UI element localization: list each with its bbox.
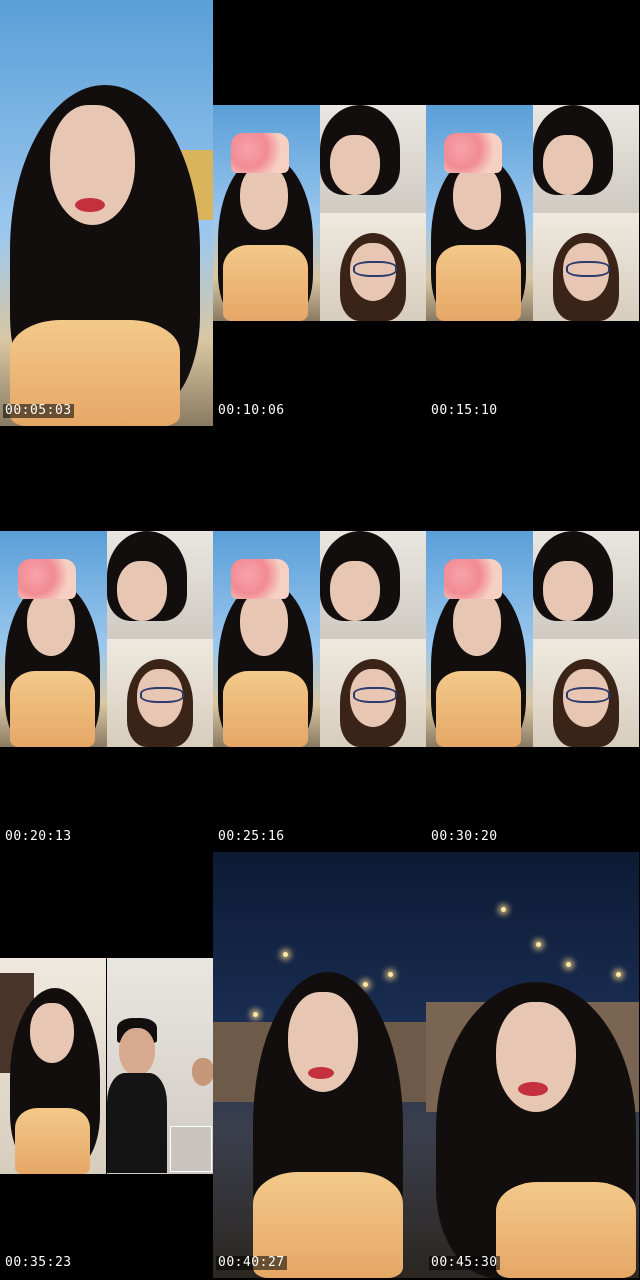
self-view-thumbnail — [170, 1126, 212, 1172]
frame-cell-9[interactable]: 00:45:30 — [426, 852, 639, 1278]
call-tile-main — [426, 531, 533, 747]
frame-cell-2[interactable]: 00:10:06 — [213, 0, 426, 426]
frame-cell-5[interactable]: 00:25:16 — [213, 426, 426, 852]
call-tile-top — [533, 105, 639, 213]
frame-timestamp: 00:35:23 — [3, 1255, 74, 1270]
call-tile-main — [0, 958, 106, 1174]
frame-timestamp: 00:20:13 — [3, 829, 74, 844]
frame-cell-8[interactable]: 00:40:27 — [213, 852, 426, 1278]
frame-timestamp: 00:40:27 — [216, 1255, 287, 1270]
call-tile-top — [533, 531, 639, 639]
frame-timestamp: 00:25:16 — [216, 829, 287, 844]
call-tile-main — [213, 105, 320, 321]
frame-timestamp: 00:15:10 — [429, 403, 500, 418]
frame-timestamp: 00:30:20 — [429, 829, 500, 844]
call-tile-top — [107, 531, 213, 639]
call-tile-main — [0, 531, 107, 747]
frame-cell-6[interactable]: 00:30:20 — [426, 426, 639, 852]
call-tile-secondary — [107, 958, 213, 1174]
frame-cell-7[interactable]: 00:35:23 — [0, 852, 213, 1278]
call-tile-main — [213, 531, 320, 747]
call-tile-bottom — [320, 639, 426, 747]
call-tile-bottom — [320, 213, 426, 321]
frame-cell-4[interactable]: 00:20:13 — [0, 426, 213, 852]
call-tile-bottom — [107, 639, 213, 747]
call-tile-bottom — [533, 639, 639, 747]
call-tile-bottom — [533, 213, 639, 321]
frame-timestamp: 00:10:06 — [216, 403, 287, 418]
call-tile-top — [320, 105, 426, 213]
selfie-frame — [213, 852, 426, 1278]
frame-timestamp: 00:45:30 — [429, 1255, 500, 1270]
frame-cell-1[interactable]: 00:05:03 — [0, 0, 213, 426]
selfie-frame — [426, 852, 639, 1278]
call-tile-top — [320, 531, 426, 639]
frame-timestamp: 00:05:03 — [3, 403, 74, 418]
selfie-frame — [0, 0, 213, 426]
call-tile-main — [426, 105, 533, 321]
frame-cell-3[interactable]: 00:15:10 — [426, 0, 639, 426]
contact-sheet: 00:05:03 00:10:06 00:15:10 00:20:13 00:2… — [0, 0, 640, 1280]
